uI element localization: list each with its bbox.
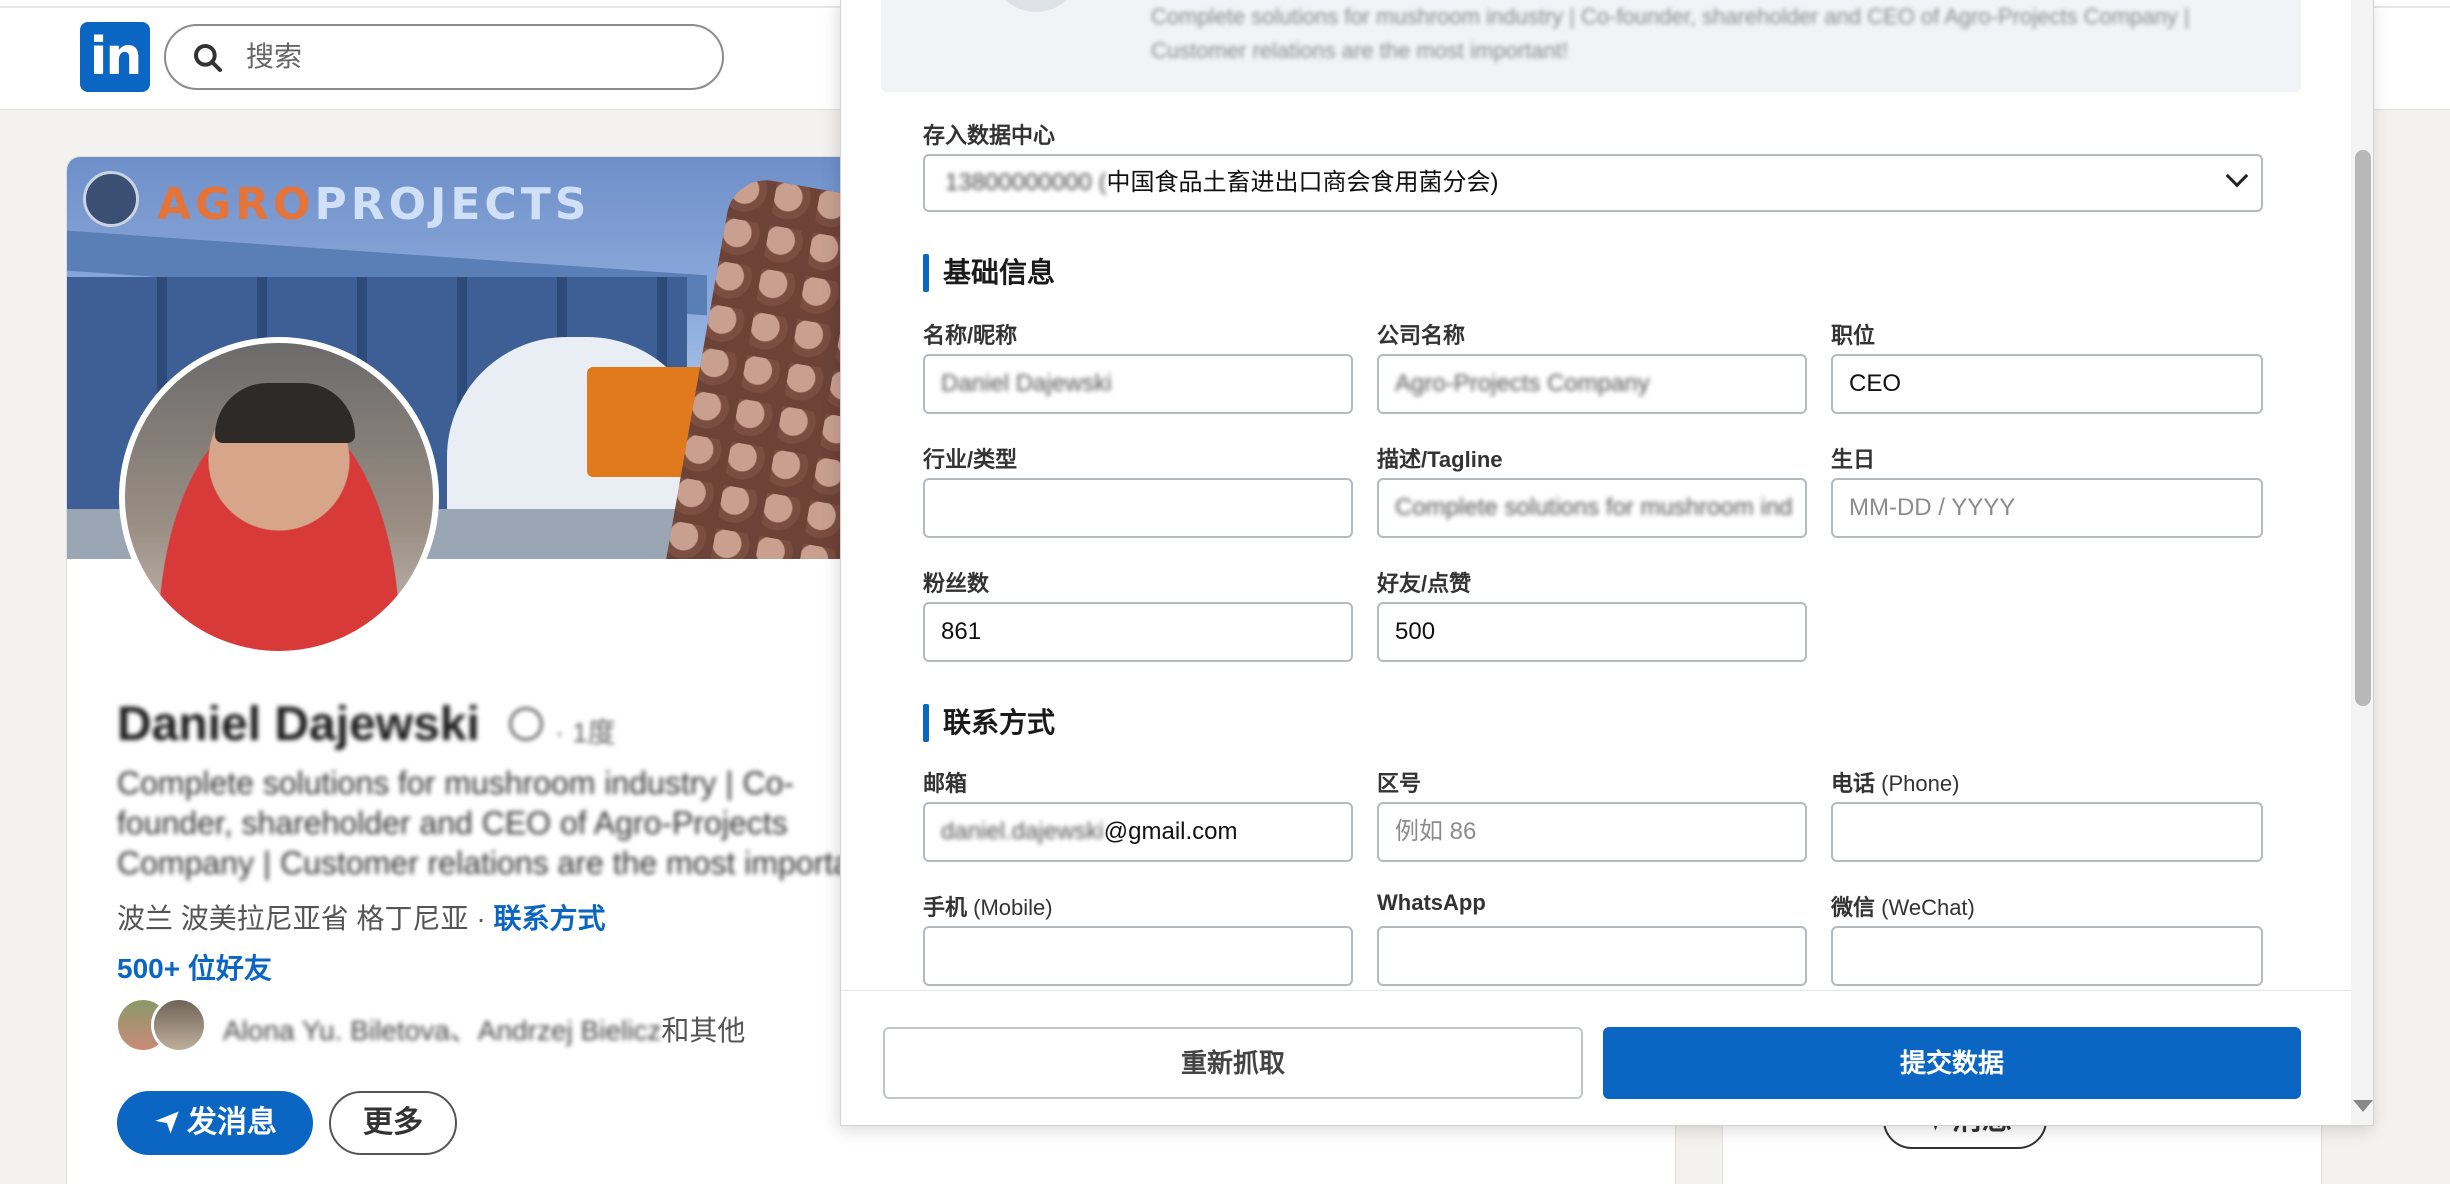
mutual-connections-avatars[interactable]	[115, 997, 207, 1053]
profile-headline: Complete solutions for mushroom industry…	[117, 765, 887, 881]
search-box[interactable]	[164, 24, 724, 90]
banner-logo-agro: AGRO	[157, 179, 315, 230]
mobile-field[interactable]	[923, 926, 1353, 986]
connections-count-link[interactable]: 500+ 位好友	[117, 947, 272, 987]
mobile-label-text: 手机	[923, 895, 968, 920]
phone-label: 电话 (Phone)	[1831, 766, 1959, 798]
name-value: Daniel Dajewski	[941, 370, 1112, 397]
agro-logo-icon	[83, 171, 139, 227]
industry-field[interactable]	[923, 478, 1353, 538]
position-label: 职位	[1831, 323, 1876, 348]
phone-field[interactable]	[1831, 802, 2263, 862]
email-value-blurred: daniel.dajewski	[941, 818, 1104, 845]
email-label: 邮箱	[923, 771, 968, 796]
contact-info-link[interactable]: 联系方式	[493, 903, 605, 934]
wechat-label: 微信 (WeChat)	[1831, 890, 1975, 922]
scrape-preview-text: Complete solutions for mushroom industry…	[1151, 4, 2190, 63]
company-value: Agro-Projects Company	[1395, 370, 1650, 397]
basic-info-section-title: 基础信息	[923, 254, 1055, 292]
mutual-names: Alona Yu. Biletova、Andrzej Bielicz	[223, 1015, 662, 1046]
avatar-hair	[215, 383, 355, 443]
birthday-field[interactable]: MM-DD / YYYY	[1831, 478, 2263, 538]
avatar	[991, 0, 1081, 12]
verified-badge-icon[interactable]	[509, 707, 543, 741]
profile-avatar[interactable]	[119, 337, 439, 657]
banner-logo-projects: PROJECTS	[314, 179, 591, 230]
tagline-field[interactable]: Complete solutions for mushroom ind	[1377, 478, 1807, 538]
friends-field[interactable]: 500	[1377, 602, 1807, 662]
followers-label: 粉丝数	[923, 571, 990, 596]
wechat-label-text: 微信	[1831, 895, 1876, 920]
datacenter-value-blurred: 13800000000 (	[945, 169, 1107, 196]
tagline-label: 描述/Tagline	[1377, 447, 1503, 472]
contact-section-title: 联系方式	[923, 704, 1055, 742]
extension-panel: Complete solutions for mushroom industry…	[840, 0, 2374, 1126]
refetch-button[interactable]: 重新抓取	[883, 1027, 1583, 1099]
send-message-label: 发消息	[187, 1106, 277, 1139]
send-message-button[interactable]: 发消息	[117, 1091, 313, 1155]
phone-label-paren: (Phone)	[1881, 771, 1960, 796]
more-button[interactable]: 更多	[329, 1091, 457, 1155]
datacenter-value: 中国食品土畜进出口商会食用菌分会)	[1106, 169, 1499, 196]
avatar	[151, 997, 207, 1053]
linkedin-logo-icon[interactable]: in	[80, 22, 150, 92]
profile-name: Daniel Dajewski	[117, 698, 480, 751]
mobile-label-paren: (Mobile)	[973, 895, 1053, 920]
whatsapp-label: WhatsApp	[1377, 890, 1486, 915]
profile-location: 波兰 波美拉尼亚省 格丁尼亚 · 联系方式	[117, 897, 605, 937]
wechat-field[interactable]	[1831, 926, 2263, 986]
panel-footer: 重新抓取 提交数据	[841, 990, 2351, 1125]
name-field[interactable]: Daniel Dajewski	[923, 354, 1353, 414]
send-icon	[155, 1111, 179, 1134]
area-code-field[interactable]: 例如 86	[1377, 802, 1807, 862]
followers-field[interactable]: 861	[923, 602, 1353, 662]
connection-degree: · 1度	[555, 717, 616, 748]
datacenter-label: 存入数据中心	[923, 123, 1056, 148]
datacenter-select[interactable]: 13800000000 (中国食品土畜进出口商会食用菌分会)	[923, 154, 2263, 212]
whatsapp-field[interactable]	[1377, 926, 1807, 986]
tagline-value: Complete solutions for mushroom ind	[1395, 494, 1793, 521]
chevron-down-icon	[2225, 164, 2249, 188]
location-text: 波兰 波美拉尼亚省 格丁尼亚 ·	[117, 903, 494, 934]
company-label: 公司名称	[1377, 323, 1466, 348]
search-input[interactable]	[246, 34, 706, 80]
scroll-down-arrow-icon[interactable]	[2353, 1100, 2373, 1112]
mutual-suffix: 和其他	[661, 1015, 746, 1046]
mutual-connections-text[interactable]: Alona Yu. Biletova、Andrzej Bielicz和其他	[223, 1009, 745, 1049]
banner-logo-text: AGROPROJECTS	[157, 179, 590, 230]
industry-label: 行业/类型	[923, 447, 1018, 472]
submit-data-button[interactable]: 提交数据	[1603, 1027, 2301, 1099]
friends-label: 好友/点赞	[1377, 571, 1472, 596]
email-field[interactable]: daniel.dajewski@gmail.com	[923, 802, 1353, 862]
wechat-label-paren: (WeChat)	[1881, 895, 1975, 920]
scrollbar-thumb[interactable]	[2355, 150, 2371, 706]
area-code-label: 区号	[1377, 771, 1422, 796]
panel-scroll-area[interactable]: Complete solutions for mushroom industry…	[841, 0, 2351, 990]
company-field[interactable]: Agro-Projects Company	[1377, 354, 1807, 414]
name-label: 名称/昵称	[923, 323, 1018, 348]
mobile-label: 手机 (Mobile)	[923, 890, 1053, 922]
scrape-preview-card: Complete solutions for mushroom industry…	[881, 0, 2301, 92]
birthday-label: 生日	[1831, 447, 1876, 472]
email-value-domain: @gmail.com	[1103, 818, 1238, 845]
position-field[interactable]: CEO	[1831, 354, 2263, 414]
search-icon	[194, 44, 222, 72]
phone-label-text: 电话	[1831, 771, 1876, 796]
